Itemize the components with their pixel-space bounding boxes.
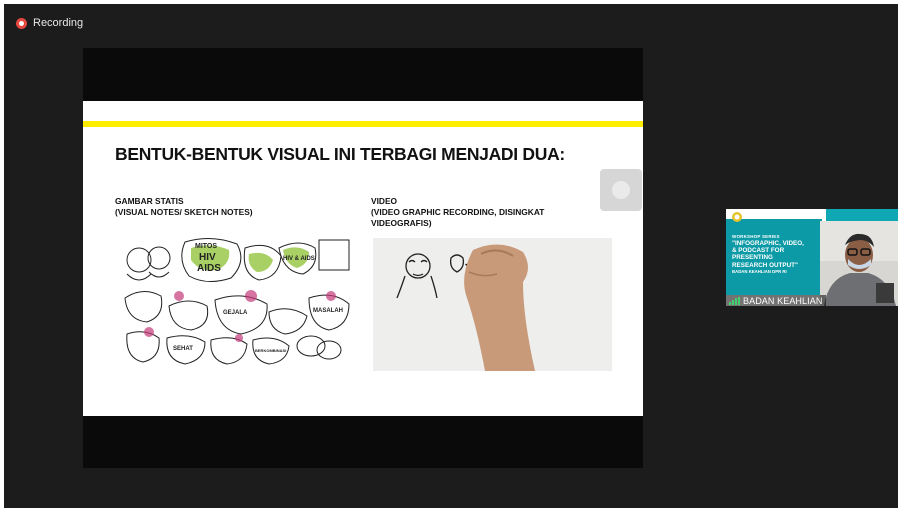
sketch-label-masalah: MASALAH: [313, 308, 343, 314]
sketch-label-hiv-aids: HIV & AIDS: [283, 256, 315, 262]
static-image-heading-line1: GAMBAR STATIS: [115, 196, 184, 206]
sketch-notes-image: MITOS HIV AIDS HIV & AIDS GEJALA MASALAH…: [119, 234, 353, 366]
recording-icon: [16, 17, 27, 29]
sketch-label-gejala: GEJALA: [223, 310, 248, 316]
workshop-headline-line2: & PODCAST FOR PRESENTING: [732, 247, 785, 262]
screen-share: BENTUK-BENTUK VISUAL INI TERBAGI MENJADI…: [83, 48, 643, 468]
participant-name-bar: BADAN KEAHLIAN: [726, 295, 827, 306]
drawing-hand-image: [373, 238, 612, 371]
slide-accent-bar: [83, 121, 643, 127]
participant-video-tile[interactable]: WORKSHOP SERIES "INFOGRAPHIC, VIDEO, & P…: [726, 209, 898, 306]
floating-share-button[interactable]: [600, 169, 642, 211]
workshop-headline: "INFOGRAPHIC, VIDEO, & PODCAST FOR PRESE…: [732, 240, 820, 269]
signal-strength-icon: [729, 296, 740, 305]
video-heading: VIDEO (VIDEO GRAPHIC RECORDING, DISINGKA…: [371, 196, 611, 229]
sketch-label-sehat: SEHAT: [173, 346, 193, 352]
participant-name: BADAN KEAHLIAN: [743, 295, 823, 306]
participant-avatar: [820, 221, 898, 306]
sketch-label-mitos: MITOS: [195, 243, 217, 250]
video-heading-line1: VIDEO: [371, 196, 398, 206]
sketch-label-kombinasi: BERKOMBINASI: [255, 348, 286, 353]
slide-title: BENTUK-BENTUK VISUAL INI TERBAGI MENJADI…: [115, 144, 565, 164]
meeting-stage: Recording BENTUK-BENTUK VISUAL INI TERBA…: [4, 4, 898, 508]
static-image-heading: GAMBAR STATIS (VISUAL NOTES/ SKETCH NOTE…: [115, 196, 335, 218]
recording-label: Recording: [33, 17, 84, 29]
recording-indicator[interactable]: Recording: [16, 15, 83, 31]
workshop-series-label: WORKSHOP SERIES: [732, 234, 780, 239]
workshop-org-label: BADAN KEAHLIAN DPR RI: [732, 269, 787, 274]
video-heading-line2: (VIDEO GRAPHIC RECORDING, DISINGKAT: [371, 207, 545, 217]
video-recording-frame: [373, 238, 612, 371]
workshop-headline-line1: "INFOGRAPHIC, VIDEO,: [732, 240, 804, 247]
workshop-headline-line3: RESEARCH OUTPUT": [732, 261, 798, 269]
emblem-icon: [732, 212, 742, 222]
sketch-label-hiv: HIV: [199, 252, 216, 263]
static-image-heading-line2: (VISUAL NOTES/ SKETCH NOTES): [115, 207, 253, 217]
video-heading-line3: VIDEOGRAFIS): [371, 218, 432, 228]
presentation-slide: BENTUK-BENTUK VISUAL INI TERBAGI MENJADI…: [83, 101, 643, 416]
sketch-label-aids: AIDS: [197, 263, 221, 274]
